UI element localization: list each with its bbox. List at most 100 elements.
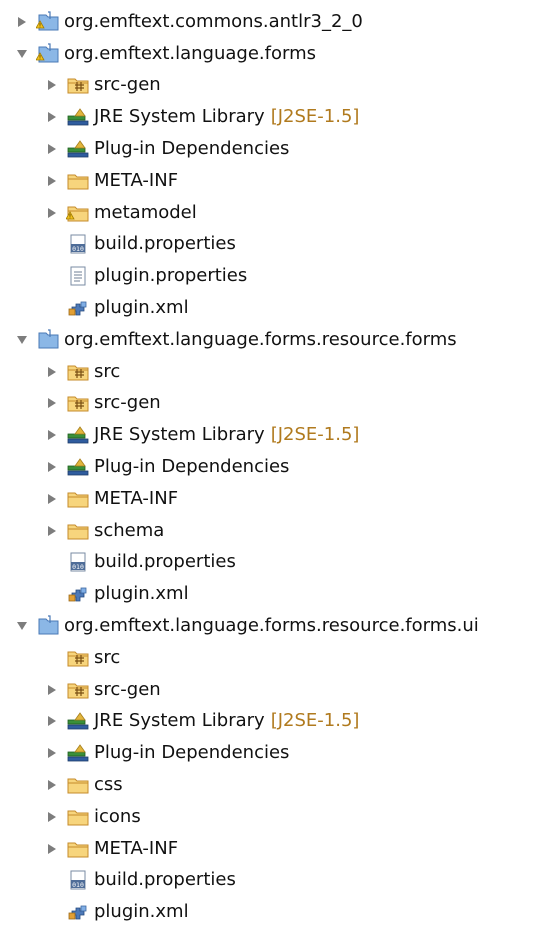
library-icon (66, 456, 90, 478)
tree-row-label: plugin.xml (94, 901, 189, 923)
tree-row[interactable]: JRE System Library [J2SE-1.5] (0, 706, 534, 738)
tree-row[interactable]: org.emftext.language.forms.resource.form… (0, 610, 534, 642)
tree-row-label: metamodel (94, 201, 197, 223)
tree-row-label: src-gen (94, 392, 161, 414)
tree-row-label: src (94, 360, 121, 382)
chevron-right-icon[interactable] (44, 395, 60, 411)
chevron-right-icon[interactable] (44, 459, 60, 475)
tree-row-label: Plug-in Dependencies (94, 742, 290, 764)
chevron-right-icon[interactable] (44, 141, 60, 157)
chevron-right-icon[interactable] (44, 173, 60, 189)
tree-row-label: org.emftext.commons.antlr3_2_0 (64, 10, 363, 32)
chevron-right-icon[interactable] (44, 109, 60, 125)
tree-row[interactable]: META-INF (0, 165, 534, 197)
tree-row[interactable]: 010 build.properties (0, 865, 534, 897)
tree-row[interactable]: metamodel (0, 197, 534, 229)
chevron-right-icon[interactable] (44, 809, 60, 825)
package-folder-icon (66, 361, 90, 383)
tree-row[interactable]: src (0, 642, 534, 674)
chevron-right-icon[interactable] (44, 713, 60, 729)
tree-row-label: Plug-in Dependencies (94, 138, 290, 160)
svg-text:010: 010 (72, 881, 84, 889)
folder-icon (66, 806, 90, 828)
tree-row-label: build.properties (94, 233, 236, 255)
chevron-right-icon[interactable] (44, 682, 60, 698)
tree-row[interactable]: org.emftext.language.forms.resource.form… (0, 324, 534, 356)
tree-row-label: org.emftext.language.forms.resource.form… (64, 328, 457, 350)
tree-row-label: META-INF (94, 487, 179, 509)
package-folder-icon (66, 392, 90, 414)
tree-row-label: META-INF (94, 169, 179, 191)
tree-row[interactable]: plugin.properties (0, 260, 534, 292)
folder-icon (66, 774, 90, 796)
tree-row-label: org.emftext.language.forms.resource.form… (64, 615, 479, 637)
svg-text:010: 010 (72, 563, 84, 571)
tree-row-label: JRE System Library (94, 106, 265, 128)
tree-row[interactable]: JRE System Library [J2SE-1.5] (0, 419, 534, 451)
tree-row[interactable]: Plug-in Dependencies (0, 737, 534, 769)
plugin-xml-icon (66, 901, 90, 923)
chevron-down-icon[interactable] (14, 46, 30, 62)
chevron-right-icon[interactable] (44, 841, 60, 857)
chevron-down-icon[interactable] (14, 332, 30, 348)
chevron-right-icon[interactable] (44, 491, 60, 507)
folder-icon (66, 488, 90, 510)
tree-row-label: plugin.xml (94, 583, 189, 605)
text-file-icon (66, 265, 90, 287)
tree-row[interactable]: src-gen (0, 70, 534, 102)
tree-row[interactable]: META-INF (0, 483, 534, 515)
project-icon (36, 615, 60, 637)
tree-row-label: src (94, 646, 121, 668)
chevron-down-icon[interactable] (14, 618, 30, 634)
tree-row[interactable]: plugin.xml (0, 896, 534, 928)
tree-row-label: src-gen (94, 74, 161, 96)
library-icon (66, 742, 90, 764)
chevron-right-icon[interactable] (44, 427, 60, 443)
tree-row[interactable]: icons (0, 801, 534, 833)
tree-row[interactable]: Plug-in Dependencies (0, 133, 534, 165)
library-icon (66, 106, 90, 128)
chevron-right-icon[interactable] (14, 14, 30, 30)
tree-row[interactable]: org.emftext.commons.antlr3_2_0 (0, 6, 534, 38)
tree-row-label: icons (94, 805, 141, 827)
tree-row[interactable]: src-gen (0, 388, 534, 420)
package-folder-icon (66, 679, 90, 701)
chevron-right-icon[interactable] (44, 745, 60, 761)
tree-row[interactable]: 010 build.properties (0, 547, 534, 579)
tree-row[interactable]: src-gen (0, 674, 534, 706)
tree-row[interactable]: META-INF (0, 833, 534, 865)
folder-icon (66, 170, 90, 192)
tree-row[interactable]: JRE System Library [J2SE-1.5] (0, 101, 534, 133)
tree-row[interactable]: schema (0, 515, 534, 547)
tree-row[interactable]: src (0, 356, 534, 388)
library-icon (66, 424, 90, 446)
tree-row-label: META-INF (94, 837, 179, 859)
tree-row[interactable]: 010 build.properties (0, 229, 534, 261)
tree-row-decoration: [J2SE-1.5] (270, 710, 360, 732)
library-icon (66, 138, 90, 160)
tree-row-label: plugin.xml (94, 297, 189, 319)
tree-row-label: JRE System Library (94, 424, 265, 446)
tree-row-label: schema (94, 519, 165, 541)
tree-row-decoration: [J2SE-1.5] (270, 106, 360, 128)
binary-file-icon: 010 (66, 551, 90, 573)
plugin-xml-icon (66, 583, 90, 605)
chevron-right-icon[interactable] (44, 205, 60, 221)
tree-row-label: Plug-in Dependencies (94, 456, 290, 478)
tree-row-label: build.properties (94, 551, 236, 573)
tree-row[interactable]: Plug-in Dependencies (0, 451, 534, 483)
tree-row[interactable]: css (0, 769, 534, 801)
chevron-right-icon[interactable] (44, 523, 60, 539)
tree-row[interactable]: plugin.xml (0, 292, 534, 324)
folder-icon (66, 520, 90, 542)
chevron-right-icon[interactable] (44, 777, 60, 793)
tree-row-label: JRE System Library (94, 710, 265, 732)
chevron-right-icon[interactable] (44, 364, 60, 380)
folder-warning-icon (66, 202, 90, 224)
tree-row-label: plugin.properties (94, 265, 248, 287)
chevron-right-icon[interactable] (44, 77, 60, 93)
project-explorer-tree: org.emftext.commons.antlr3_2_0 org.emftex… (0, 0, 534, 929)
binary-file-icon: 010 (66, 869, 90, 891)
tree-row[interactable]: org.emftext.language.forms (0, 38, 534, 70)
tree-row[interactable]: plugin.xml (0, 578, 534, 610)
